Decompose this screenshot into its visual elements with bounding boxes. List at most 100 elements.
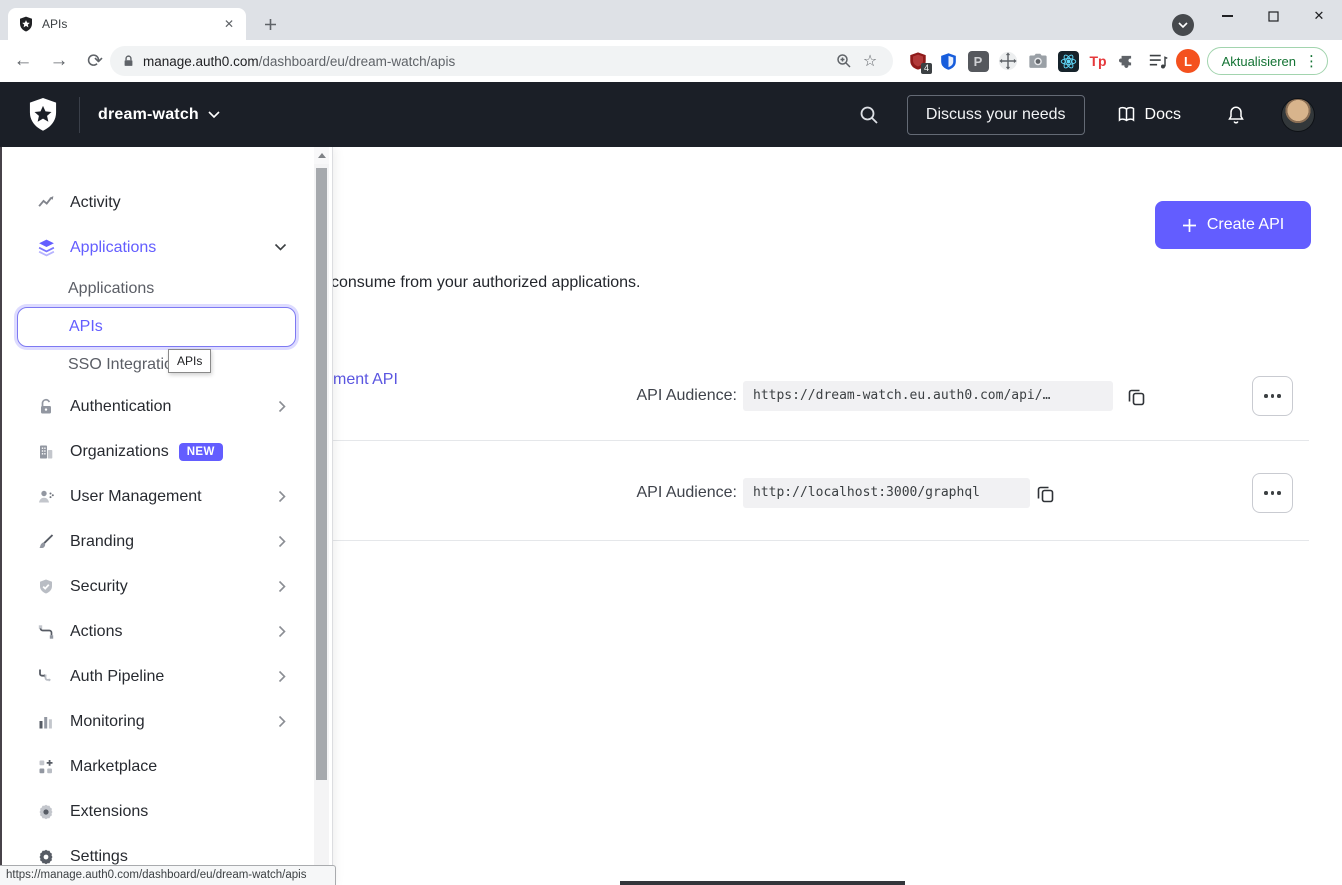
chevron-down-icon: [274, 243, 287, 252]
extensions-row: 4 P Tp: [903, 45, 1203, 77]
camera-extension-icon[interactable]: [1023, 46, 1053, 76]
sidebar-item-label: Marketplace: [70, 758, 157, 776]
scrollbar-up-arrow[interactable]: [314, 147, 329, 164]
new-tab-button[interactable]: [258, 12, 282, 36]
sidebar-item-extensions[interactable]: Extensions: [2, 789, 332, 834]
header-divider: [79, 97, 80, 133]
music-list-extension-icon[interactable]: [1143, 46, 1173, 76]
auth0-logo-icon: [27, 98, 59, 132]
copy-button[interactable]: [1124, 384, 1148, 408]
zoom-page-icon[interactable]: [831, 48, 857, 74]
browser-profile-avatar[interactable]: L: [1173, 46, 1203, 76]
sidebar-item-actions[interactable]: Actions: [2, 609, 332, 654]
url-domain: manage.auth0.com: [143, 54, 259, 69]
chevron-right-icon: [278, 670, 287, 683]
browser-update-button[interactable]: Aktualisieren ⋮: [1207, 47, 1328, 75]
browser-tab[interactable]: APIs ✕: [8, 8, 246, 40]
bell-icon[interactable]: [1227, 105, 1245, 125]
discuss-needs-button[interactable]: Discuss your needs: [907, 95, 1085, 135]
move-crosshair-extension-icon[interactable]: [993, 46, 1023, 76]
sidebar-item-label: Applications: [68, 280, 154, 298]
back-button[interactable]: ←: [8, 46, 38, 76]
tenant-chevron-down-icon[interactable]: [208, 111, 220, 119]
tab-title: APIs: [42, 17, 220, 31]
api-name-link[interactable]: ment API: [333, 371, 398, 389]
status-bar: https://manage.auth0.com/dashboard/eu/dr…: [0, 865, 336, 885]
sidebar-item-security[interactable]: Security: [2, 564, 332, 609]
plus-icon: [264, 18, 277, 31]
sidebar-item-label: Applications: [70, 239, 156, 257]
sidebar-item-branding[interactable]: Branding: [2, 519, 332, 564]
sidebar-item-label: Monitoring: [70, 713, 145, 731]
browser-toolbar: ← → ⟳ manage.auth0.com/dashboard/eu/drea…: [0, 40, 1342, 82]
sidebar-item-label: User Management: [70, 488, 202, 506]
extensions-icon: [36, 802, 56, 822]
bookmark-star-icon[interactable]: ☆: [857, 48, 883, 74]
header-actions: Discuss your needs Docs: [859, 95, 1342, 135]
sidebar-item-authentication[interactable]: Authentication: [2, 384, 332, 429]
row-menu-button[interactable]: [1252, 376, 1293, 416]
profile-initial: L: [1184, 54, 1192, 69]
sidebar-scrollbar[interactable]: [314, 147, 329, 866]
window-controls: ✕: [1204, 0, 1342, 32]
chevron-right-icon: [278, 535, 287, 548]
scrollbar-thumb[interactable]: [316, 168, 327, 780]
sidebar-item-applications[interactable]: Applications: [2, 225, 332, 270]
postman-extension-icon[interactable]: P: [963, 46, 993, 76]
forward-button[interactable]: →: [44, 46, 74, 76]
activity-icon: [36, 193, 56, 213]
page-description: consume from your authorized application…: [331, 274, 641, 292]
docs-link[interactable]: Docs: [1117, 106, 1181, 124]
bitwarden-extension-icon[interactable]: [933, 46, 963, 76]
sidebar-item-activity[interactable]: Activity: [2, 180, 332, 225]
sidebar-item-applications-sub[interactable]: Applications: [2, 270, 332, 308]
user-avatar[interactable]: [1281, 98, 1315, 132]
sidebar-item-auth-pipeline[interactable]: Auth Pipeline: [2, 654, 332, 699]
copy-button[interactable]: [1033, 481, 1057, 505]
copy-icon: [1035, 483, 1056, 504]
sidebar-item-monitoring[interactable]: Monitoring: [2, 699, 332, 744]
app-header: dream-watch Discuss your needs Docs: [0, 82, 1342, 147]
lock-icon: [122, 54, 135, 68]
pipeline-icon: [36, 667, 56, 687]
close-button[interactable]: ✕: [1296, 0, 1342, 32]
sidebar-item-label: Organizations: [70, 443, 169, 461]
sidebar-item-sso-integrations[interactable]: SSO Integrations: [2, 346, 332, 384]
sidebar-item-apis[interactable]: APIs: [17, 307, 296, 347]
address-bar[interactable]: manage.auth0.com/dashboard/eu/dream-watc…: [110, 46, 893, 76]
react-devtools-extension-icon[interactable]: [1053, 46, 1083, 76]
sidebar-item-label: Activity: [70, 194, 121, 212]
ublock-extension-icon[interactable]: 4: [903, 46, 933, 76]
tab-search-button[interactable]: [1172, 14, 1194, 36]
sidebar-item-organizations[interactable]: Organizations NEW: [2, 429, 332, 474]
tab-close-icon[interactable]: ✕: [220, 15, 238, 33]
sidebar-nav: Activity Applications Applications APIs …: [2, 147, 332, 879]
sidebar-item-marketplace[interactable]: Marketplace: [2, 744, 332, 789]
new-badge: NEW: [179, 443, 223, 461]
sidebar-item-label: Extensions: [70, 803, 148, 821]
search-icon[interactable]: [859, 105, 879, 125]
sidebar-item-user-management[interactable]: User Management: [2, 474, 332, 519]
minimize-button[interactable]: [1204, 0, 1250, 32]
reload-button[interactable]: ⟳: [80, 46, 110, 76]
api-audience-label: API Audience:: [600, 478, 737, 508]
create-api-button[interactable]: Create API: [1155, 201, 1311, 249]
api-audience-label: API Audience:: [600, 381, 737, 411]
applications-icon: [36, 238, 56, 258]
chevron-down-icon: [1178, 22, 1188, 29]
sidebar-item-label: Auth Pipeline: [70, 668, 164, 686]
update-label: Aktualisieren: [1222, 54, 1296, 69]
tampermonkey-extension-icon[interactable]: Tp: [1083, 46, 1113, 76]
tenant-name[interactable]: dream-watch: [98, 106, 199, 124]
maximize-button[interactable]: [1250, 0, 1296, 32]
chevron-right-icon: [278, 715, 287, 728]
shield-check-icon: [36, 577, 56, 597]
browser-menu-icon[interactable]: ⋮: [1304, 52, 1319, 70]
extensions-puzzle-icon[interactable]: [1113, 46, 1143, 76]
brush-icon: [36, 532, 56, 552]
forward-icon: →: [50, 50, 69, 72]
row-divider: [333, 540, 1309, 541]
row-menu-button[interactable]: [1252, 473, 1293, 513]
organizations-icon: [36, 442, 56, 462]
reload-icon: ⟳: [87, 50, 103, 73]
